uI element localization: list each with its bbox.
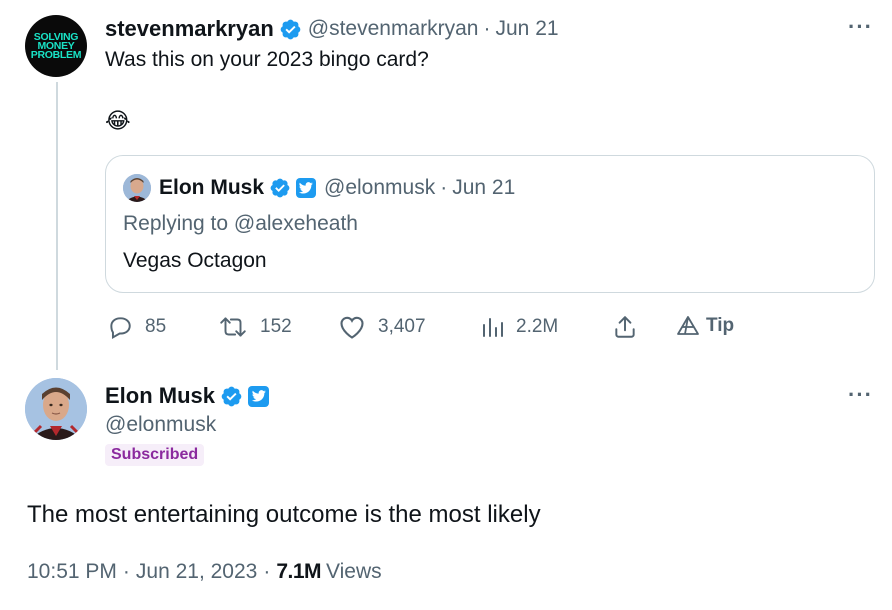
verified-icon: [221, 386, 242, 406]
quoted-tweet-card[interactable]: Elon Musk @elonmusk · Jun 21 Replying to…: [105, 155, 875, 293]
main-avatar[interactable]: [25, 378, 87, 440]
main-more-button[interactable]: ···: [848, 382, 873, 408]
tip-icon: [677, 316, 699, 335]
tweet-meta: 10:51 PM · Jun 21, 2023 · 7.1M Views: [27, 560, 382, 584]
parent-display-name[interactable]: stevenmarkryan: [105, 16, 274, 42]
retweet-count: 152: [260, 316, 292, 337]
separator-dot: ·: [440, 176, 448, 199]
avatar-text-line-3: PROBLEM: [30, 48, 82, 61]
separator-dot: ·: [122, 560, 130, 583]
reply-button[interactable]: 85: [107, 314, 166, 340]
share-icon: [615, 316, 635, 338]
like-button[interactable]: 3,407: [338, 314, 426, 340]
reply-count: 85: [145, 316, 167, 337]
parent-more-button[interactable]: ···: [848, 14, 873, 40]
analytics-icon: [483, 318, 503, 337]
views-label: Views: [326, 560, 382, 583]
parent-handle[interactable]: @stevenmarkryan: [308, 17, 479, 41]
tip-label: Tip: [706, 315, 735, 336]
parent-date[interactable]: Jun 21: [496, 17, 559, 41]
verified-icon: [270, 178, 290, 198]
quoted-avatar: [123, 174, 151, 202]
views-count[interactable]: 7.1M: [276, 560, 321, 584]
elon-portrait-icon: [25, 378, 87, 440]
x-affiliate-icon: [296, 178, 317, 198]
parent-tweet-text: Was this on your 2023 bingo card?: [105, 48, 429, 71]
parent-avatar[interactable]: SOLVING MONEY PROBLEM: [25, 15, 87, 77]
tweet-time[interactable]: 10:51 PM: [27, 560, 117, 584]
quoted-header: Elon Musk @elonmusk · Jun 21: [123, 174, 515, 202]
reply-icon: [110, 317, 131, 339]
subscribed-badge: Subscribed: [105, 444, 205, 466]
separator-dot: ·: [483, 17, 491, 40]
main-header: Elon Musk: [105, 382, 270, 410]
verified-icon: [280, 19, 301, 39]
parent-header: stevenmarkryan @stevenmarkryan · Jun 21: [105, 15, 559, 43]
retweet-icon: [220, 317, 246, 337]
main-display-name[interactable]: Elon Musk: [105, 383, 215, 409]
thread-connector-line: [56, 82, 58, 370]
views-button[interactable]: 2.2M: [480, 314, 558, 340]
quoted-date: Jun 21: [452, 176, 516, 199]
like-count: 3,407: [378, 316, 426, 337]
main-handle[interactable]: @elonmusk: [105, 413, 216, 437]
x-affiliate-icon[interactable]: [248, 385, 270, 407]
tears-of-joy-emoji: 😂: [105, 108, 131, 133]
tweet-date[interactable]: Jun 21, 2023: [136, 560, 257, 584]
quoted-handle: @elonmusk: [324, 176, 436, 199]
tip-button[interactable]: Tip: [676, 314, 734, 338]
quoted-display-name: Elon Musk: [159, 176, 265, 199]
retweet-button[interactable]: 152: [218, 314, 292, 340]
quoted-replying-to: Replying to @alexeheath: [123, 212, 358, 235]
share-button[interactable]: [612, 314, 638, 340]
elon-portrait-icon: [123, 174, 151, 202]
heart-icon: [340, 316, 364, 339]
main-tweet-text: The most entertaining outcome is the mos…: [27, 501, 541, 528]
view-count: 2.2M: [516, 316, 559, 337]
separator-dot: ·: [263, 560, 271, 583]
quoted-tweet-text: Vegas Octagon: [123, 249, 267, 272]
